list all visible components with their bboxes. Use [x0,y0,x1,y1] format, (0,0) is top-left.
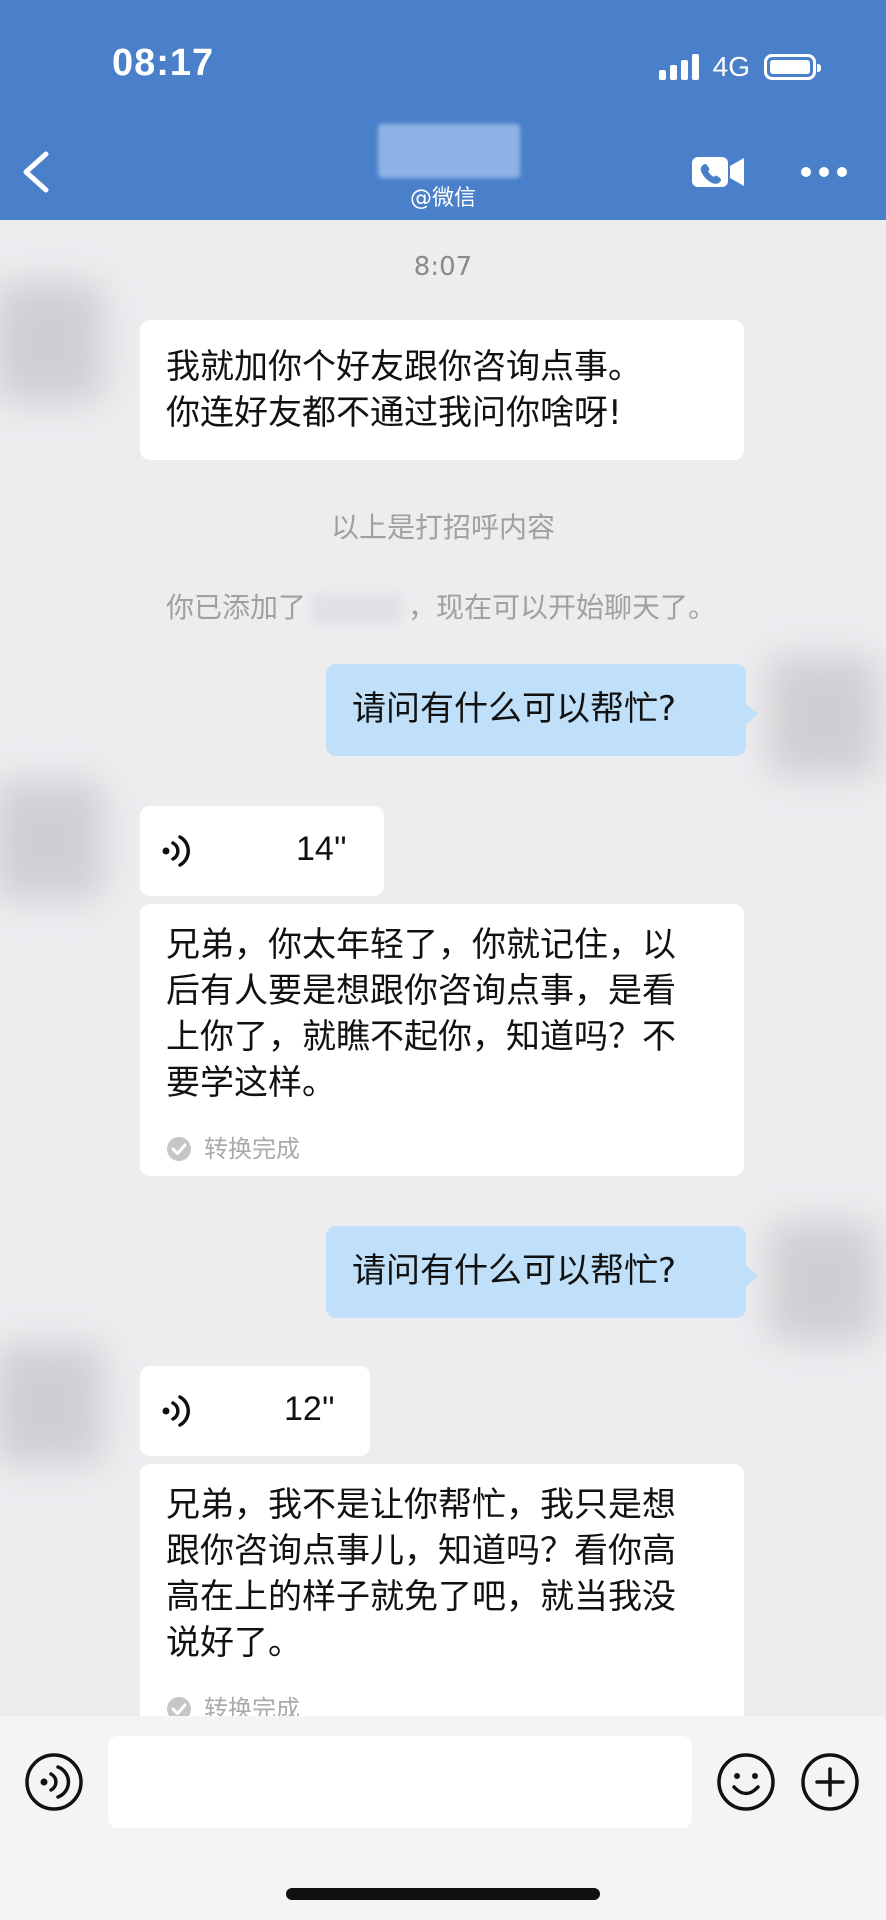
more-dots-icon[interactable] [800,166,848,178]
check-circle-icon [167,1137,191,1161]
friend-added-notice: 你已添加了 ，现在可以开始聊天了。 [166,586,716,626]
message-input[interactable] [108,1736,692,1828]
chat-header: 08:17 4G @微信 [0,0,886,220]
voice-duration: 14'' [296,830,347,868]
conversion-status-text: 转换完成 [204,1135,300,1163]
avatar[interactable] [768,1222,878,1342]
network-label: 4G [712,51,750,82]
video-call-icon[interactable] [690,154,746,190]
status-indicators: 4G [658,50,821,84]
conversion-status: 转换完成 [166,1126,300,1172]
header-subtitle: @微信 [409,186,476,211]
contact-name-redacted [378,124,520,178]
transcript-line: 高在上的样子就免了吧，就当我没 [166,1577,676,1617]
avatar[interactable] [0,282,104,402]
message-text: 请问有什么可以帮忙? [352,1251,677,1291]
signal-bars-icon [658,54,703,80]
voice-transcript[interactable]: 兄弟，我不是让你帮忙，我只是想 跟你咨询点事儿，知道吗？看你高 高在上的样子就免… [140,1464,744,1724]
outgoing-message[interactable]: 请问有什么可以帮忙? [326,664,758,756]
incoming-message[interactable]: 我就加你个好友跟你咨询点事。 你连好友都不通过我问你啥呀! [140,320,744,460]
emoji-icon[interactable] [716,1752,776,1812]
avatar[interactable] [0,780,104,900]
added-notice-prefix: 你已添加了 [166,591,307,624]
avatar[interactable] [0,1344,104,1464]
input-bar [0,1716,886,1920]
plus-circle-icon[interactable] [800,1752,860,1812]
voice-message[interactable]: 14'' [140,806,384,896]
added-notice-suffix: ，现在可以开始聊天了。 [408,591,717,624]
voice-wave-icon [162,835,190,867]
outgoing-message[interactable]: 请问有什么可以帮忙? [326,1226,758,1318]
message-line: 我就加你个好友跟你咨询点事。 [166,347,642,387]
message-text: 请问有什么可以帮忙? [352,689,677,729]
voice-mode-icon[interactable] [24,1752,84,1812]
avatar[interactable] [768,656,878,776]
transcript-line: 后有人要是想跟你咨询点事，是看 [166,971,676,1011]
voice-duration: 12'' [284,1390,335,1428]
transcript-line: 上你了，就瞧不起你，知道吗？不 [166,1017,676,1057]
voice-message[interactable]: 12'' [140,1366,370,1456]
contact-name-redacted [312,594,403,624]
voice-transcript[interactable]: 兄弟，你太年轻了，你就记住，以 后有人要是想跟你咨询点事，是看 上你了，就瞧不起… [140,904,744,1176]
voice-wave-icon [162,1395,190,1427]
message-line: 你连好友都不通过我问你啥呀! [166,393,622,433]
battery-full-icon [764,54,821,80]
transcript-line: 跟你咨询点事儿，知道吗？看你高 [166,1531,676,1571]
transcript-line: 兄弟，我不是让你帮忙，我只是想 [166,1485,676,1525]
status-time: 08:17 [112,42,215,84]
home-indicator[interactable] [286,1888,600,1900]
greeting-notice: 以上是打招呼内容 [330,511,555,544]
transcript-line: 要学这样。 [166,1063,336,1103]
message-timestamp: 8:07 [413,252,473,282]
transcript-line: 说好了。 [166,1623,302,1663]
transcript-line: 兄弟，你太年轻了，你就记住，以 [166,925,676,965]
